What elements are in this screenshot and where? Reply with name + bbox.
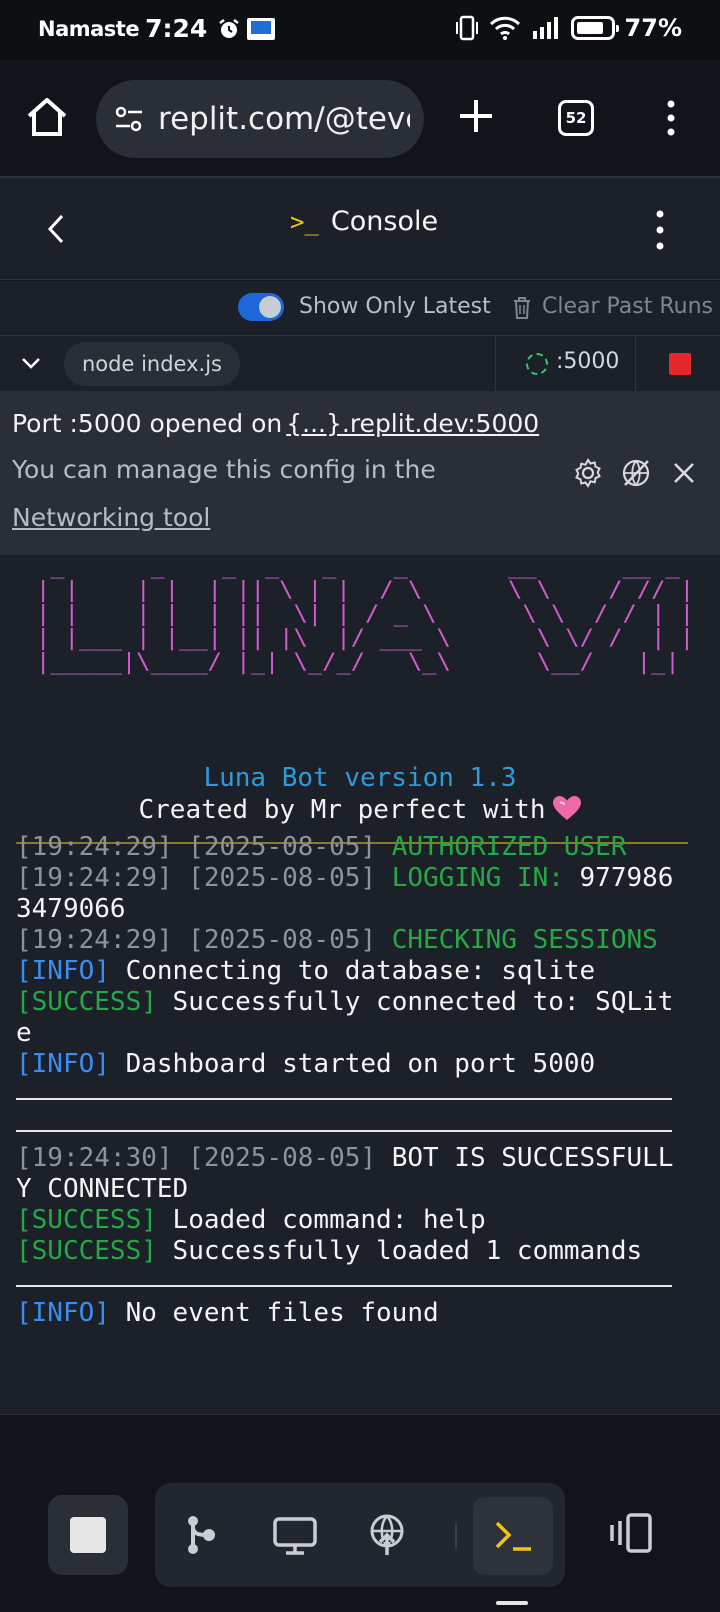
divider xyxy=(635,336,636,391)
bottom-nav xyxy=(0,1415,720,1612)
created-text: Created by Mr perfect with xyxy=(138,795,546,825)
divider xyxy=(16,1285,672,1287)
log-line-wrap: 3479066 xyxy=(16,894,126,924)
tune-icon[interactable] xyxy=(112,102,146,136)
log-line: [INFO] No event files found xyxy=(16,1298,439,1328)
log-line: [19:24:29] [2025-08-05] LOGGING IN: 9779… xyxy=(16,863,674,893)
show-only-latest-toggle[interactable] xyxy=(238,293,284,321)
log-line: [SUCCESS] Loaded command: help xyxy=(16,1205,486,1235)
git-icon[interactable] xyxy=(177,1511,225,1559)
page-title: >_ Console xyxy=(290,206,438,237)
terminal-prompt-icon: >_ xyxy=(290,207,319,236)
log-line: [19:24:30] [2025-08-05] BOT IS SUCCESSFU… xyxy=(16,1143,674,1173)
kebab-icon[interactable] xyxy=(648,208,672,252)
back-icon[interactable] xyxy=(40,210,74,248)
menu-icon[interactable] xyxy=(658,98,684,138)
app-notification-icon xyxy=(247,17,276,40)
console-header: >_ Console xyxy=(0,178,720,280)
notice-manage-text: You can manage this config in the xyxy=(12,455,436,484)
close-icon[interactable] xyxy=(672,461,696,485)
version-line: Luna Bot version 1.3 xyxy=(203,763,517,793)
alarm-icon xyxy=(219,18,240,38)
stop-icon xyxy=(70,1517,106,1553)
battery-icon xyxy=(570,16,619,40)
clock: 7:24 xyxy=(145,14,208,43)
console-output: _ _ _ _ _ _ __ __ _ | | | | | || \ | | /… xyxy=(0,555,720,1415)
log-line: [19:24:29] [2025-08-05] CHECKING SESSION… xyxy=(16,925,658,955)
browser-toolbar: replit.com/@teve 52 xyxy=(0,60,720,178)
clear-past-runs-button[interactable]: Clear Past Runs xyxy=(542,294,713,319)
created-line: Created by Mr perfect with xyxy=(0,795,720,825)
console-title-text: Console xyxy=(330,206,439,237)
terminal-icon[interactable] xyxy=(489,1511,537,1559)
port-label[interactable]: :5000 xyxy=(556,349,619,374)
run-row: node index.js :5000 xyxy=(0,336,720,391)
status-bar: Namaste 7:24 77% xyxy=(0,0,720,60)
gear-icon[interactable] xyxy=(572,457,604,489)
log-line: [SUCCESS] Successfully connected to: SQL… xyxy=(16,987,674,1017)
port-status-icon xyxy=(526,353,548,375)
port-notice-text: Port :5000 opened on xyxy=(12,409,283,438)
log-line-wrap: e xyxy=(16,1018,32,1048)
log-line: [INFO] Dashboard started on port 5000 xyxy=(16,1049,596,1079)
tool-group xyxy=(155,1483,565,1587)
stop-button[interactable] xyxy=(48,1495,128,1575)
address-bar[interactable]: replit.com/@teve xyxy=(96,80,424,158)
eye-off-icon[interactable] xyxy=(620,457,652,489)
log-line: [SUCCESS] Successfully loaded 1 commands xyxy=(16,1236,643,1266)
log-line: [19:24:29] [2025-08-05] AUTHORIZED USER xyxy=(16,832,627,862)
divider xyxy=(455,1523,457,1549)
port-notice-line: Port :5000 opened on {...}.replit.dev:500… xyxy=(12,409,539,438)
plus-icon[interactable] xyxy=(456,96,496,136)
carrier-label: Namaste xyxy=(38,16,140,41)
dev-url-link[interactable]: {...}.replit.dev:5000 xyxy=(286,409,539,438)
ascii-banner: _ _ _ _ _ _ __ __ _ | | | | | || \ | | /… xyxy=(36,554,695,675)
wifi-icon xyxy=(489,16,520,40)
battery-percent: 77% xyxy=(624,14,682,42)
signal-icon xyxy=(532,17,558,39)
console-toolbar: Show Only Latest Clear Past Runs xyxy=(0,281,720,336)
vibrate-icon xyxy=(455,15,478,41)
show-only-latest-label[interactable]: Show Only Latest xyxy=(299,294,491,319)
divider xyxy=(16,1130,672,1132)
log-line-wrap: Y CONNECTED xyxy=(16,1174,189,1204)
deploy-icon[interactable] xyxy=(363,1511,411,1559)
divider xyxy=(16,1098,672,1100)
monitor-icon[interactable] xyxy=(271,1511,319,1559)
heart-icon xyxy=(552,796,581,820)
chevron-down-icon[interactable] xyxy=(20,352,42,374)
home-indicator xyxy=(496,1601,528,1605)
url-text[interactable]: replit.com/@teve xyxy=(158,101,410,137)
log-line: [INFO] Connecting to database: sqlite xyxy=(16,956,596,986)
run-command-pill[interactable]: node index.js xyxy=(64,342,240,386)
devices-icon[interactable] xyxy=(608,1509,656,1557)
divider xyxy=(495,336,496,391)
networking-tool-link[interactable]: Networking tool xyxy=(12,503,210,532)
trash-icon[interactable] xyxy=(512,296,532,320)
tabs-button[interactable]: 52 xyxy=(558,100,594,136)
stop-run-button[interactable] xyxy=(669,353,691,375)
home-icon[interactable] xyxy=(24,94,70,140)
port-notice-banner: Port :5000 opened on {...}.replit.dev:500… xyxy=(0,391,720,555)
